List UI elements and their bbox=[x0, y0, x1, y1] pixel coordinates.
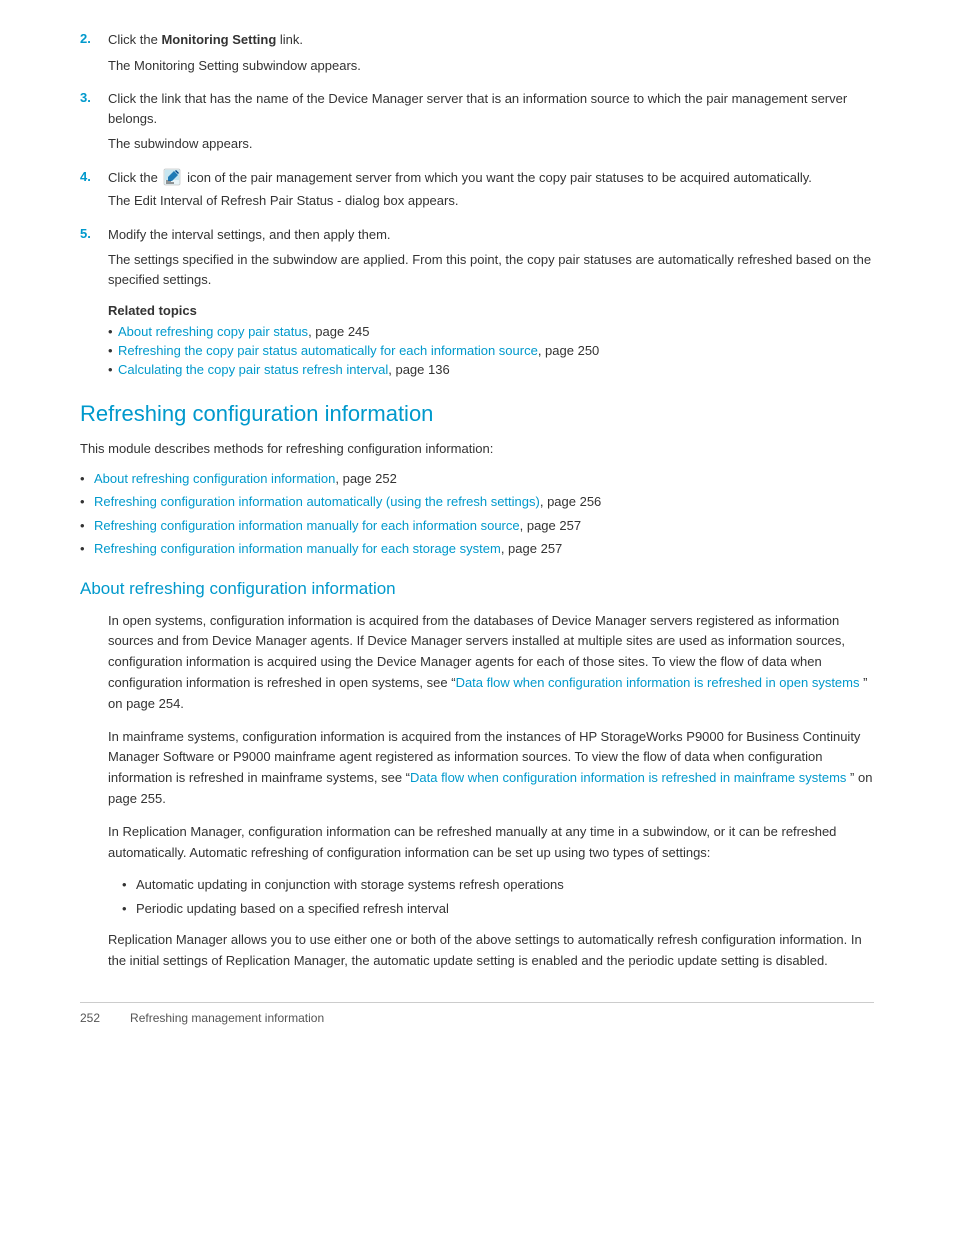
subsection-para-3: In Replication Manager, configuration in… bbox=[108, 822, 874, 864]
section-suffix-3: , page 257 bbox=[520, 518, 581, 533]
related-topics-list: About refreshing copy pair status, page … bbox=[108, 324, 874, 377]
body-list-item-2: Periodic updating based on a specified r… bbox=[122, 899, 874, 919]
related-topics: Related topics About refreshing copy pai… bbox=[108, 303, 874, 377]
step-2-content: Click the Monitoring Setting link. The M… bbox=[108, 30, 874, 75]
step-5-block: 5. Modify the interval settings, and the… bbox=[80, 225, 874, 290]
body-list-item-1: Automatic updating in conjunction with s… bbox=[122, 875, 874, 895]
section-link-1[interactable]: About refreshing configuration informati… bbox=[94, 471, 335, 486]
step-5-line: Modify the interval settings, and then a… bbox=[108, 225, 874, 245]
subsection-heading: About refreshing configuration informati… bbox=[80, 579, 874, 599]
section-list-item-2: Refreshing configuration information aut… bbox=[80, 492, 874, 512]
footer-bar: 252 Refreshing management information bbox=[80, 1002, 874, 1025]
related-topic-link-2[interactable]: Refreshing the copy pair status automati… bbox=[118, 343, 538, 358]
step-2-line: Click the Monitoring Setting link. bbox=[108, 30, 874, 50]
step-4-line: Click the icon of the pair management se… bbox=[108, 168, 874, 188]
related-topic-link-1[interactable]: About refreshing copy pair status bbox=[118, 324, 308, 339]
related-topic-suffix-3: , page 136 bbox=[388, 362, 449, 377]
section-heading: Refreshing configuration information bbox=[80, 401, 874, 427]
step-4-content: Click the icon of the pair management se… bbox=[108, 168, 874, 211]
subsection-final-para: Replication Manager allows you to use ei… bbox=[108, 930, 874, 972]
step-4-text: Click the icon of the pair management se… bbox=[108, 168, 812, 188]
section-list: About refreshing configuration informati… bbox=[80, 469, 874, 559]
section-list-item-1: About refreshing configuration informati… bbox=[80, 469, 874, 489]
body-list: Automatic updating in conjunction with s… bbox=[122, 875, 874, 918]
edit-icon bbox=[163, 168, 181, 186]
section-link-3[interactable]: Refreshing configuration information man… bbox=[94, 518, 520, 533]
section-link-4[interactable]: Refreshing configuration information man… bbox=[94, 541, 501, 556]
section-suffix-4: , page 257 bbox=[501, 541, 562, 556]
step-3-line: Click the link that has the name of the … bbox=[108, 89, 874, 128]
step-3-result: The subwindow appears. bbox=[108, 134, 874, 154]
page-container: 2. Click the Monitoring Setting link. Th… bbox=[0, 0, 954, 1085]
step-3-block: 3. Click the link that has the name of t… bbox=[80, 89, 874, 154]
step-2-number: 2. bbox=[80, 30, 108, 46]
related-topic-item-3: Calculating the copy pair status refresh… bbox=[108, 362, 874, 377]
section-list-item-3: Refreshing configuration information man… bbox=[80, 516, 874, 536]
step-3-number: 3. bbox=[80, 89, 108, 105]
related-topic-suffix-1: , page 245 bbox=[308, 324, 369, 339]
step-4-block: 4. Click the icon of bbox=[80, 168, 874, 211]
step-5-result: The settings specified in the subwindow … bbox=[108, 250, 874, 289]
step-4-number: 4. bbox=[80, 168, 108, 184]
subsection-para-2: In mainframe systems, configuration info… bbox=[108, 727, 874, 810]
related-topic-suffix-2: , page 250 bbox=[538, 343, 599, 358]
section-suffix-1: , page 252 bbox=[335, 471, 396, 486]
related-topic-link-3[interactable]: Calculating the copy pair status refresh… bbox=[118, 362, 388, 377]
section-suffix-2: , page 256 bbox=[540, 494, 601, 509]
section-link-2[interactable]: Refreshing configuration information aut… bbox=[94, 494, 540, 509]
footer-text: Refreshing management information bbox=[130, 1011, 324, 1025]
related-topic-item-1: About refreshing copy pair status, page … bbox=[108, 324, 874, 339]
section-intro: This module describes methods for refres… bbox=[80, 439, 874, 459]
related-topic-item-2: Refreshing the copy pair status automati… bbox=[108, 343, 874, 358]
open-systems-link[interactable]: Data flow when configuration information… bbox=[456, 675, 860, 690]
monitoring-setting-bold: Monitoring Setting bbox=[161, 32, 276, 47]
step-2-block: 2. Click the Monitoring Setting link. Th… bbox=[80, 30, 874, 75]
step-2-result: The Monitoring Setting subwindow appears… bbox=[108, 56, 874, 76]
step-3-content: Click the link that has the name of the … bbox=[108, 89, 874, 154]
step-4-result: The Edit Interval of Refresh Pair Status… bbox=[108, 191, 874, 211]
subsection-para-1: In open systems, configuration informati… bbox=[108, 611, 874, 715]
step-5-number: 5. bbox=[80, 225, 108, 241]
section-list-item-4: Refreshing configuration information man… bbox=[80, 539, 874, 559]
footer-page-number: 252 bbox=[80, 1011, 100, 1025]
mainframe-systems-link[interactable]: Data flow when configuration information… bbox=[410, 770, 846, 785]
related-topics-title: Related topics bbox=[108, 303, 874, 318]
step-5-content: Modify the interval settings, and then a… bbox=[108, 225, 874, 290]
